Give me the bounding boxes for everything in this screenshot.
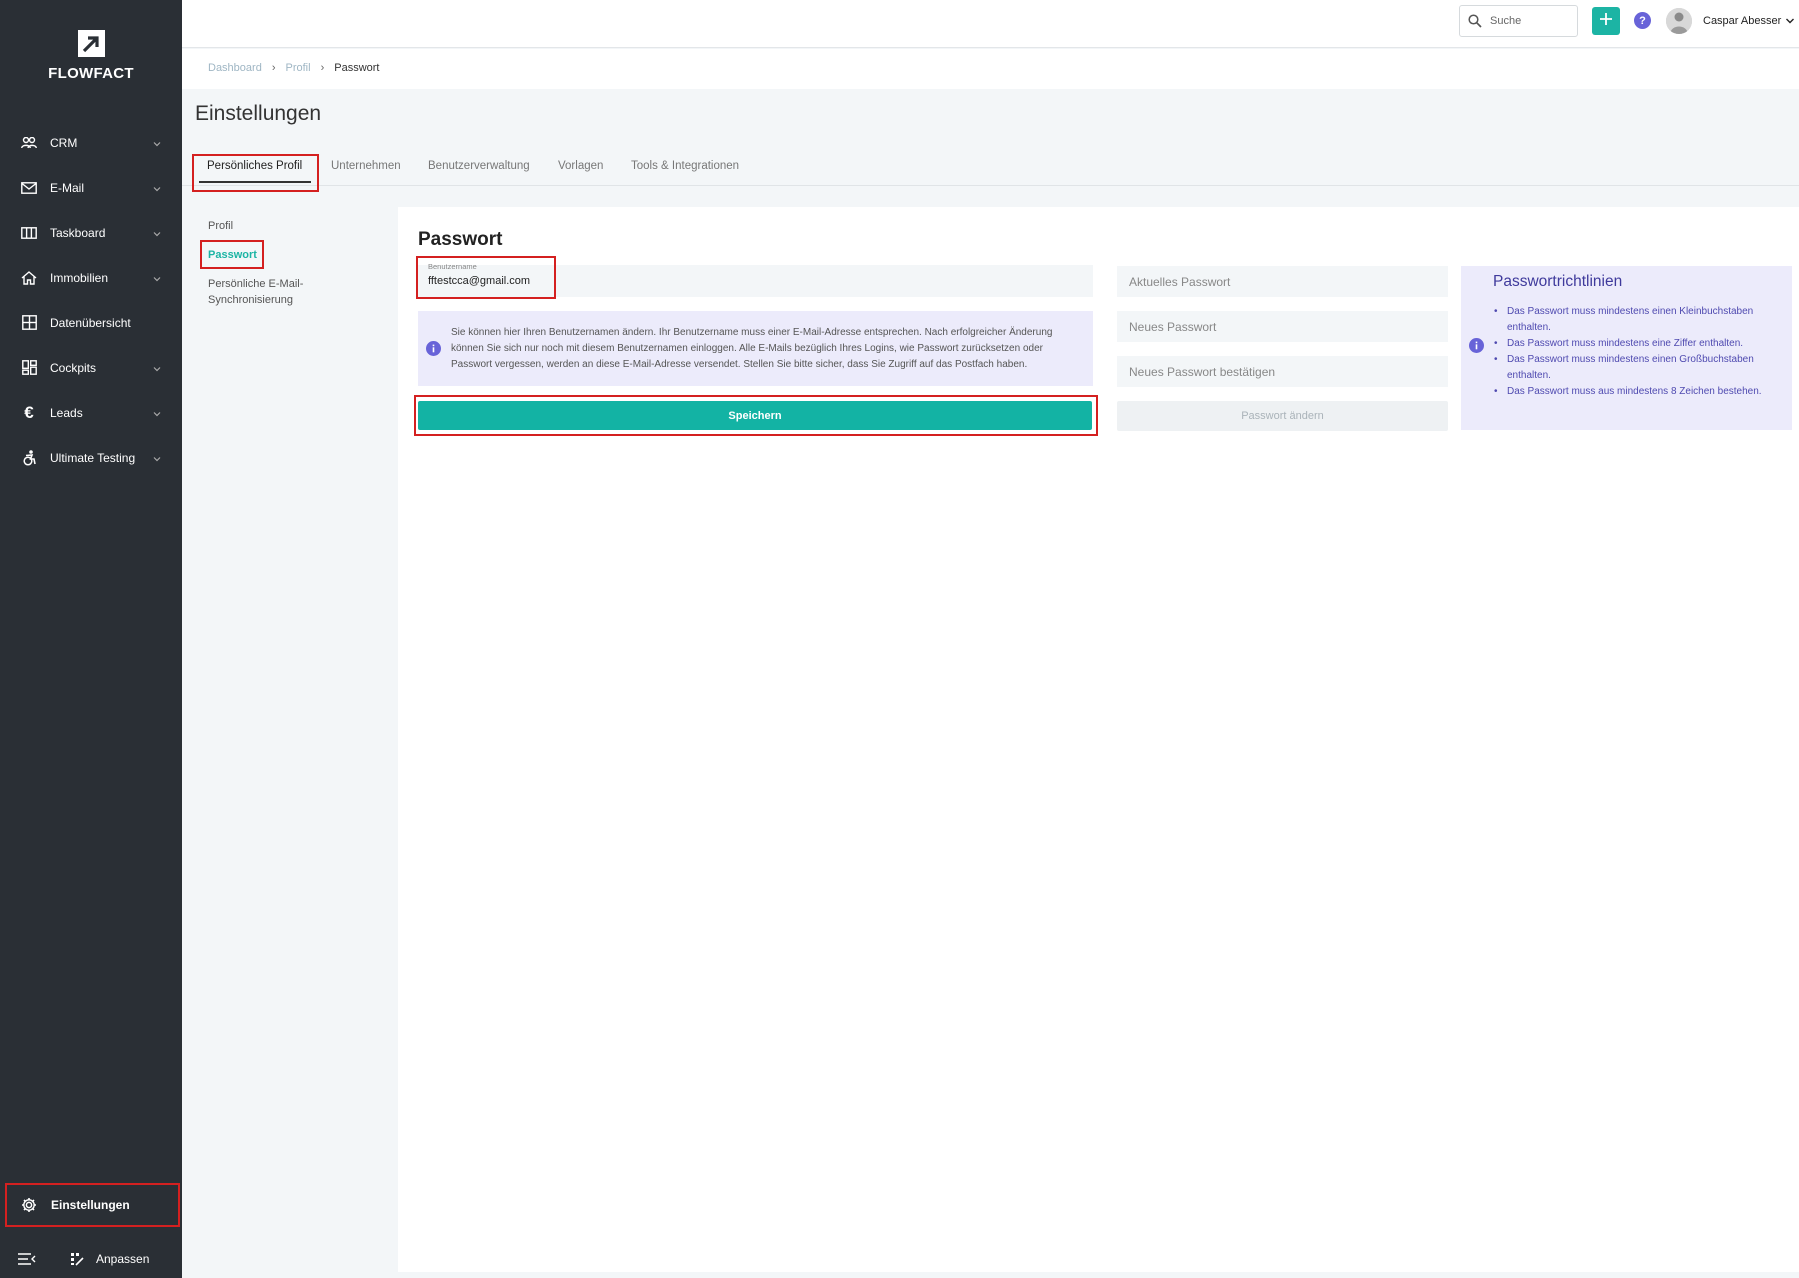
user-name: Caspar Abesser (1703, 15, 1782, 27)
chevron-down-icon (152, 183, 162, 193)
nav-label: Datenübersicht (50, 315, 131, 330)
nav-label: Leads (50, 405, 83, 420)
logo[interactable]: FLOWFACT (0, 30, 182, 82)
user-menu[interactable]: Caspar Abesser (1703, 15, 1795, 27)
house-icon (20, 269, 38, 287)
section-title: Passwort (418, 229, 503, 250)
search-placeholder: Suche (1490, 15, 1522, 27)
customize-label: Anpassen (96, 1252, 150, 1266)
nav-label: Ultimate Testing (50, 450, 136, 465)
rules-list: Das Passwort muss mindestens einen Klein… (1494, 304, 1787, 400)
add-button[interactable] (1592, 7, 1620, 35)
nav-label: CRM (50, 135, 78, 150)
tab-tools-integrationen[interactable]: Tools & Integrationen (631, 160, 739, 172)
subnav-email-sync[interactable]: Persönliche E-Mail-Synchronisierung (208, 276, 318, 308)
breadcrumb-profil[interactable]: Profil (286, 62, 311, 74)
change-password-button[interactable]: Passwort ändern (1117, 401, 1448, 431)
nav-item-email[interactable]: E-Mail (0, 165, 182, 210)
search-icon (1468, 14, 1482, 28)
envelope-icon (20, 179, 38, 197)
highlight-box (416, 256, 556, 299)
breadcrumb-separator-icon: › (271, 62, 276, 74)
rules-title: Passwortrichtlinien (1493, 273, 1623, 290)
board-icon (20, 224, 38, 242)
nav-item-immobilien[interactable]: Immobilien (0, 255, 182, 300)
settings-tabs: Persönliches Profil Unternehmen Benutzer… (182, 150, 1799, 186)
chevron-down-icon (1785, 16, 1795, 26)
rule-item: Das Passwort muss mindestens eine Ziffer… (1494, 336, 1787, 352)
chevron-down-icon (152, 408, 162, 418)
breadcrumb-dashboard[interactable]: Dashboard (208, 62, 262, 74)
nav-label: Taskboard (50, 225, 106, 240)
customize-button[interactable]: Anpassen (70, 1252, 149, 1266)
subnav-profil[interactable]: Profil (208, 218, 318, 234)
nav-label: E-Mail (50, 180, 85, 195)
gear-icon (21, 1196, 39, 1214)
chevron-down-icon (152, 363, 162, 373)
page-title: Einstellungen (195, 102, 322, 125)
brand-name: FLOWFACT (48, 65, 134, 82)
nav-item-datenuebersicht[interactable]: Datenübersicht (0, 300, 182, 345)
rule-item: Das Passwort muss mindestens einen Klein… (1494, 304, 1787, 336)
breadcrumb-current: Passwort (334, 62, 380, 74)
rule-item: Das Passwort muss aus mindestens 8 Zeich… (1494, 384, 1787, 400)
grid-icon (20, 314, 38, 332)
help-icon[interactable]: ? (1634, 12, 1651, 29)
euro-icon: € (24, 403, 34, 422)
nav-label: Immobilien (50, 270, 109, 285)
highlight-box (414, 395, 1098, 436)
nav-item-leads[interactable]: € Leads (0, 390, 182, 435)
search-input[interactable]: Suche (1459, 5, 1578, 37)
new-password-input[interactable]: Neues Passwort (1117, 311, 1448, 342)
nav-label: Cockpits (50, 360, 97, 375)
settings-label: Einstellungen (51, 1198, 130, 1212)
info-text: Sie können hier Ihren Benutzernamen ände… (451, 326, 1053, 370)
password-rules-box: Passwortrichtlinien Das Passwort muss mi… (1461, 266, 1792, 430)
rule-item: Das Passwort muss mindestens einen Großb… (1494, 352, 1787, 384)
customize-icon (70, 1252, 84, 1266)
current-password-input[interactable]: Aktuelles Passwort (1117, 266, 1448, 297)
tab-benutzerverwaltung[interactable]: Benutzerverwaltung (428, 160, 530, 172)
nav-item-ultimate-testing[interactable]: Ultimate Testing (0, 435, 182, 480)
confirm-password-input[interactable]: Neues Passwort bestätigen (1117, 356, 1448, 387)
chevron-down-icon (152, 138, 162, 148)
people-icon (20, 134, 38, 152)
nav-item-taskboard[interactable]: Taskboard (0, 210, 182, 255)
username-info-box: Sie können hier Ihren Benutzernamen ände… (418, 311, 1093, 386)
info-icon (1469, 338, 1484, 353)
avatar[interactable] (1666, 8, 1692, 34)
info-icon (426, 341, 441, 356)
tab-vorlagen[interactable]: Vorlagen (558, 160, 603, 172)
chevron-down-icon (152, 273, 162, 283)
breadcrumb-separator-icon: › (320, 62, 325, 74)
chevron-down-icon (152, 453, 162, 463)
highlight-box (200, 240, 264, 269)
highlight-box (192, 154, 319, 192)
tab-unternehmen[interactable]: Unternehmen (331, 160, 401, 172)
accessibility-icon (20, 449, 38, 467)
chevron-down-icon (152, 228, 162, 238)
sidebar-footer: Anpassen (0, 1240, 182, 1278)
plus-icon (1599, 12, 1613, 31)
dashboard-icon (20, 359, 38, 377)
breadcrumb-bar: Dashboard › Profil › Passwort (182, 49, 1799, 89)
nav-item-crm[interactable]: CRM (0, 120, 182, 165)
collapse-menu-icon[interactable] (18, 1249, 38, 1269)
breadcrumb: Dashboard › Profil › Passwort (208, 62, 379, 74)
main-nav: CRM E-Mail Taskboard Immobilien Datenübe… (0, 120, 182, 480)
flowfact-logo-icon (77, 30, 105, 57)
nav-item-settings[interactable]: Einstellungen (5, 1183, 180, 1227)
sidebar: FLOWFACT CRM E-Mail Taskboard Immobilien… (0, 0, 182, 1278)
nav-item-cockpits[interactable]: Cockpits (0, 345, 182, 390)
